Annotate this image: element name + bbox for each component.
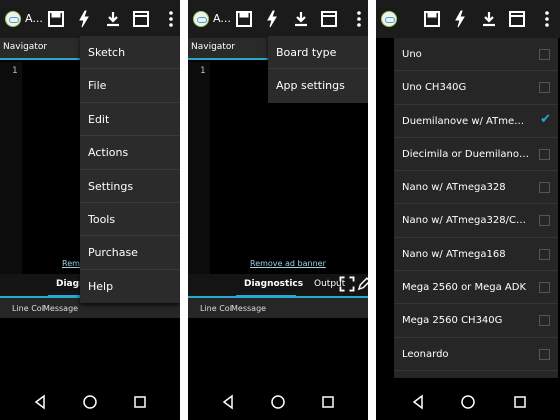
more-vert-icon[interactable] xyxy=(160,8,180,30)
board-name: Uno CH340G xyxy=(402,82,467,94)
menu-item-purchase[interactable]: Purchase xyxy=(80,236,180,270)
menu-item-settings[interactable]: Settings xyxy=(80,170,180,203)
back-icon[interactable] xyxy=(32,394,48,410)
system-nav-bar xyxy=(376,384,560,420)
flash-icon[interactable] xyxy=(261,8,283,30)
checkbox[interactable] xyxy=(539,82,550,94)
edit-pencil-icon[interactable] xyxy=(356,275,368,293)
checkbox[interactable] xyxy=(539,248,550,260)
menu-item-file[interactable]: File xyxy=(80,69,180,103)
list-item[interactable]: Uno CH340G xyxy=(394,71,558,105)
menu-item-actions[interactable]: Actions xyxy=(80,136,180,170)
back-icon[interactable] xyxy=(410,394,426,410)
menu-item-board-type[interactable]: Board type xyxy=(268,36,368,70)
list-item[interactable]: Duemilanove w/ ATmega328 ✔ xyxy=(394,105,558,138)
checkbox[interactable] xyxy=(539,348,550,360)
recents-icon[interactable] xyxy=(512,394,528,410)
more-vert-icon[interactable] xyxy=(348,8,368,30)
download-icon[interactable] xyxy=(102,8,124,30)
more-vert-icon[interactable] xyxy=(536,8,558,30)
board-name: Duemilanove w/ ATmega328 xyxy=(402,115,530,127)
board-type-list: Uno Uno CH340G Duemilanove w/ ATmega328 ✔… xyxy=(394,38,558,378)
navigator-label: Navigator xyxy=(191,42,236,52)
message-header: Message xyxy=(231,304,267,313)
line-col-header: Line Col xyxy=(200,304,232,313)
system-nav-bar xyxy=(0,384,180,420)
app-title: A... xyxy=(213,12,231,25)
remove-ad-link[interactable]: Remove ad banner xyxy=(250,259,326,268)
screen-main-menu: A... Navigator 1 Remo Diagno Line Col Me… xyxy=(0,0,180,420)
menu-item-tools[interactable]: Tools xyxy=(80,203,180,237)
window-icon[interactable] xyxy=(130,8,152,30)
save-icon[interactable] xyxy=(233,8,255,30)
checkbox[interactable] xyxy=(539,148,550,160)
board-name: Mega 2560 CH340G xyxy=(402,315,503,327)
recents-icon[interactable] xyxy=(132,394,148,410)
flash-icon[interactable] xyxy=(73,8,95,30)
board-name: Nano w/ ATmega328 xyxy=(402,182,506,194)
board-name: Diecimila or Duemilanove w/ A... xyxy=(402,148,530,160)
system-nav-bar xyxy=(188,384,368,420)
save-icon[interactable] xyxy=(45,8,67,30)
menu-item-help[interactable]: Help xyxy=(80,270,180,303)
list-item[interactable]: Mega 2560 or Mega ADK xyxy=(394,271,558,305)
save-icon[interactable] xyxy=(421,8,443,30)
app-toolbar: A... xyxy=(188,0,368,38)
list-item[interactable]: Mega 2560 CH340G xyxy=(394,304,558,338)
checkbox[interactable] xyxy=(539,49,550,60)
screen-board-type-list: Uno Uno CH340G Duemilanove w/ ATmega328 ✔… xyxy=(376,0,560,420)
line-number: 1 xyxy=(200,66,206,76)
menu-item-app-settings[interactable]: App settings xyxy=(268,69,368,102)
download-icon[interactable] xyxy=(478,8,500,30)
list-item[interactable]: Nano w/ ATmega168 xyxy=(394,238,558,272)
bottom-tab-bar: Diagnostics Output xyxy=(188,274,368,298)
tab-diagnostics[interactable]: Diagnostics xyxy=(244,279,303,289)
back-icon[interactable] xyxy=(220,394,236,410)
recents-icon[interactable] xyxy=(320,394,336,410)
overflow-menu: Sketch File Edit Actions Settings Tools … xyxy=(80,36,180,304)
board-name: Leonardo xyxy=(402,348,449,360)
app-title: A... xyxy=(25,12,43,25)
home-icon[interactable] xyxy=(82,394,98,410)
line-number: 1 xyxy=(12,66,18,76)
screen-settings-submenu: A... Navigator 1 Remove ad banner Diagno… xyxy=(188,0,368,420)
editor-gutter xyxy=(0,62,22,277)
checkbox[interactable] xyxy=(539,282,550,294)
checkbox[interactable] xyxy=(539,215,550,227)
board-name: Mega 2560 or Mega ADK xyxy=(402,282,527,294)
app-logo-icon xyxy=(381,11,397,27)
list-item[interactable]: Uno xyxy=(394,38,558,72)
board-name: Uno xyxy=(402,49,422,60)
download-icon[interactable] xyxy=(290,8,312,30)
app-toolbar xyxy=(376,0,560,38)
home-icon[interactable] xyxy=(460,394,476,410)
line-col-header: Line Col xyxy=(12,304,44,313)
list-item[interactable]: Leonardo xyxy=(394,338,558,371)
navigator-label: Navigator xyxy=(3,42,48,52)
window-icon[interactable] xyxy=(318,8,340,30)
app-logo-icon xyxy=(193,11,209,27)
app-logo-icon xyxy=(5,11,21,27)
list-item[interactable]: Nano w/ ATmega328/CH340G xyxy=(394,204,558,238)
list-item[interactable]: Nano w/ ATmega328 xyxy=(394,171,558,205)
fullscreen-icon[interactable] xyxy=(338,275,356,293)
menu-item-edit[interactable]: Edit xyxy=(80,103,180,137)
checkmark-icon[interactable]: ✔ xyxy=(540,112,551,127)
board-name: Nano w/ ATmega328/CH340G xyxy=(402,215,530,227)
checkbox[interactable] xyxy=(539,315,550,327)
settings-submenu: Board type App settings xyxy=(268,36,368,103)
menu-item-sketch[interactable]: Sketch xyxy=(80,36,180,70)
checkbox[interactable] xyxy=(539,182,550,194)
app-toolbar: A... xyxy=(0,0,180,38)
diagnostics-header: Line Col Message xyxy=(188,298,368,318)
list-item[interactable]: Diecimila or Duemilanove w/ A... xyxy=(394,138,558,172)
board-name: Nano w/ ATmega168 xyxy=(402,248,506,260)
message-header: Message xyxy=(43,304,79,313)
editor-gutter xyxy=(188,62,210,277)
flash-icon[interactable] xyxy=(449,8,471,30)
home-icon[interactable] xyxy=(270,394,286,410)
window-icon[interactable] xyxy=(506,8,528,30)
